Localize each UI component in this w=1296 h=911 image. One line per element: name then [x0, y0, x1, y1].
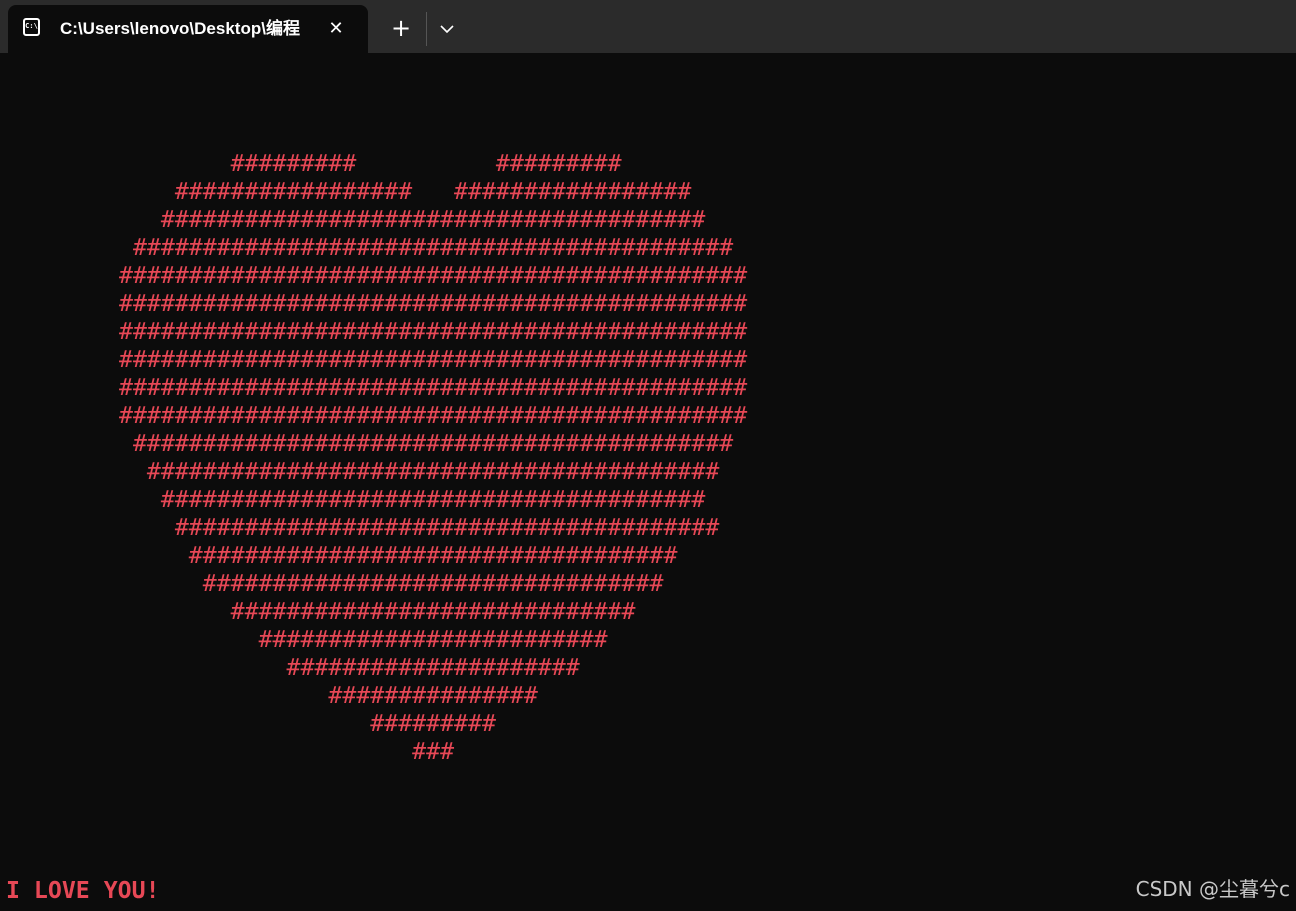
terminal-icon: C:\: [23, 18, 40, 36]
new-tab-button[interactable]: +: [386, 14, 416, 44]
close-tab-icon[interactable]: ✕: [324, 17, 348, 41]
heart-line: ######### #########: [119, 150, 622, 177]
heart-line: ########################################…: [119, 346, 748, 373]
heart-line: #####################: [119, 654, 580, 681]
tab-terminal[interactable]: C:\ C:\Users\lenovo\Desktop\编程 ✕: [8, 5, 368, 53]
heart-line: #######################################: [119, 486, 706, 513]
title-bar: C:\ C:\Users\lenovo\Desktop\编程 ✕ +: [0, 0, 1296, 53]
heart-line: ########################################…: [119, 318, 748, 345]
terminal-output[interactable]: ######### ######### ################# ##…: [0, 53, 1296, 911]
watermark: CSDN @尘暮兮c: [1135, 877, 1290, 901]
heart-line: ########################################…: [119, 374, 748, 401]
heart-line: ########################################…: [119, 458, 720, 485]
love-message: I LOVE YOU!: [6, 877, 160, 904]
heart-line: ################# #################: [119, 178, 692, 205]
heart-line: #########################: [119, 626, 608, 653]
heart-line: #############################: [119, 598, 636, 625]
heart-line: ###################################: [119, 542, 678, 569]
tab-title: C:\Users\lenovo\Desktop\编程: [60, 19, 300, 38]
ascii-heart: ######### ######### ################# ##…: [119, 122, 747, 822]
heart-line: ###############: [119, 682, 538, 709]
tab-divider: [426, 12, 427, 46]
heart-line: #######################################: [119, 514, 720, 541]
heart-line: ########################################…: [119, 430, 734, 457]
heart-line: ########################################…: [119, 234, 734, 261]
heart-line: ########################################…: [119, 290, 748, 317]
heart-line: ########################################…: [119, 262, 748, 289]
heart-line: #######################################: [119, 206, 706, 233]
heart-line: #################################: [119, 570, 664, 597]
chevron-down-icon[interactable]: [434, 14, 460, 44]
heart-line: ###: [119, 738, 455, 765]
heart-line: #########: [119, 710, 496, 737]
heart-line: ########################################…: [119, 402, 748, 429]
